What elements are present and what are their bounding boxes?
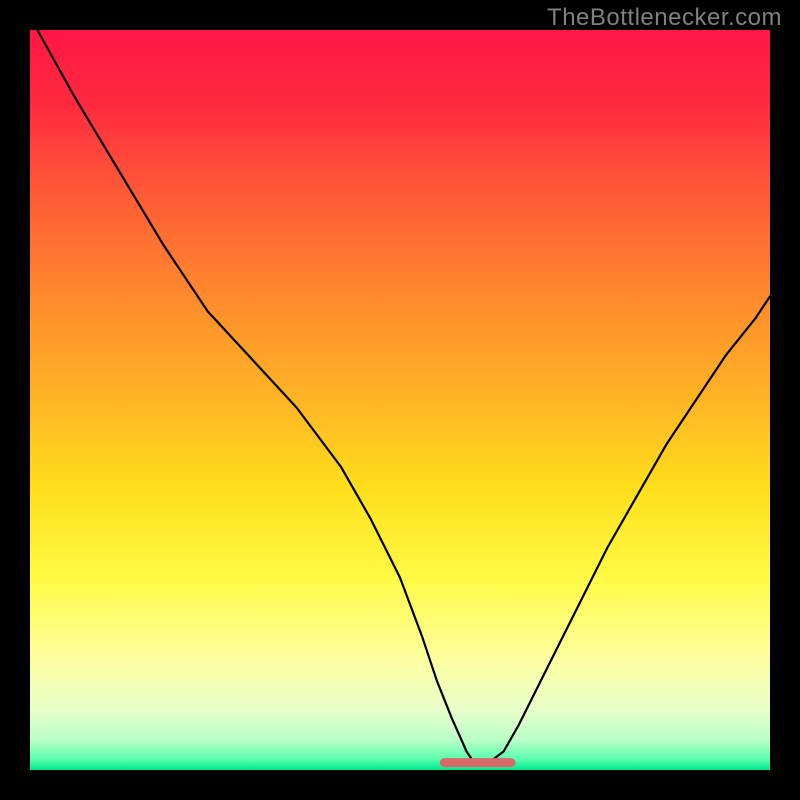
watermark-text: TheBottlenecker.com	[547, 4, 782, 32]
bottleneck-chart	[30, 30, 770, 770]
chart-frame: TheBottlenecker.com	[0, 0, 800, 800]
gradient-background	[30, 30, 770, 770]
plot-area	[30, 30, 770, 770]
